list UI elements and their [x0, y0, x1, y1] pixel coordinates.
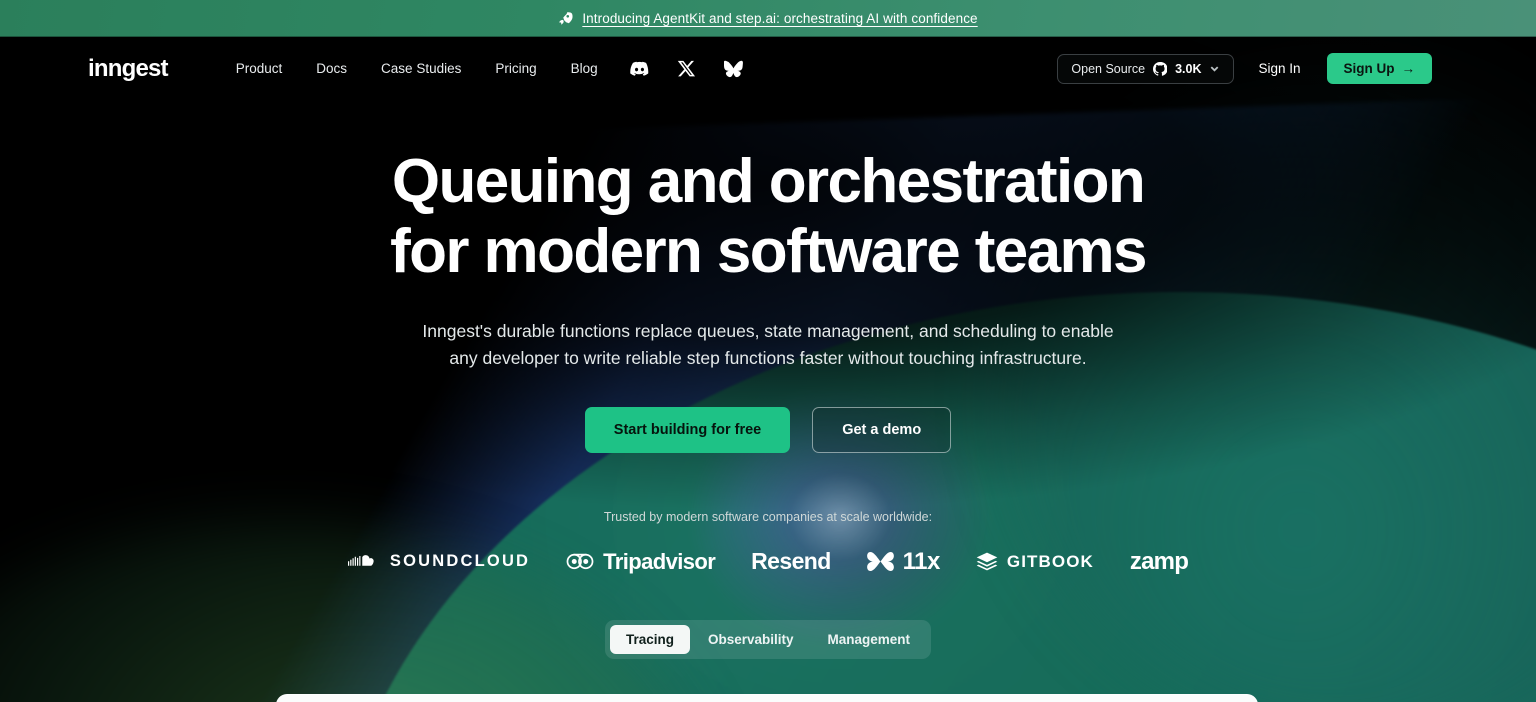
11x-icon — [866, 552, 894, 572]
sign-up-label: Sign Up — [1343, 61, 1395, 76]
sign-up-button[interactable]: Sign Up → — [1326, 53, 1432, 84]
customer-logo-row: SOUNDCLOUD Tripadvisor Resend 11x GITBOO… — [0, 548, 1536, 576]
arrow-right-icon: → — [1401, 61, 1416, 76]
announcement-link[interactable]: Introducing AgentKit and step.ai: orches… — [582, 11, 977, 26]
get-a-demo-button[interactable]: Get a demo — [812, 406, 952, 453]
nav-link-pricing[interactable]: Pricing — [493, 57, 538, 80]
soundcloud-icon — [347, 554, 374, 566]
trusted-by-label: Trusted by modern software companies at … — [603, 509, 933, 524]
nav-link-blog[interactable]: Blog — [569, 57, 600, 80]
nav-link-product[interactable]: Product — [234, 57, 285, 80]
subheading-line-1: Inngest's durable functions replace queu… — [422, 321, 1114, 342]
open-source-count: 3.0K — [1175, 61, 1202, 76]
subheading-line-2: any developer to write reliable step fun… — [449, 348, 1087, 369]
chevron-down-icon — [1211, 66, 1219, 72]
gitbook-label: GITBOOK — [1006, 551, 1094, 571]
nav-link-case-studies[interactable]: Case Studies — [379, 57, 463, 80]
tab-tracing[interactable]: Tracing — [609, 624, 690, 654]
logo-11x: 11x — [866, 547, 941, 576]
tab-observability[interactable]: Observability — [692, 625, 810, 654]
feature-tabs-wrapper: Tracing Observability Management — [0, 619, 1536, 659]
logo-soundcloud: SOUNDCLOUD — [347, 552, 531, 571]
logo-gitbook: GITBOOK — [976, 552, 1094, 572]
main-navbar: inngest Product Docs Case Studies Pricin… — [0, 37, 1536, 100]
tripadvisor-label: Tripadvisor — [603, 548, 716, 574]
logo-zamp: zamp — [1129, 547, 1189, 576]
nav-social-links — [629, 59, 743, 78]
page-root: Introducing AgentKit and step.ai: orches… — [0, 0, 1536, 702]
headline-line-2: for modern software teams — [390, 217, 1147, 287]
rocket-icon — [559, 11, 573, 25]
feature-preview-panel — [276, 694, 1258, 702]
zamp-label: zamp — [1129, 547, 1189, 575]
bluesky-icon[interactable] — [723, 59, 743, 78]
soundcloud-label: SOUNDCLOUD — [389, 552, 531, 571]
inngest-logo[interactable]: inngest — [88, 56, 169, 81]
resend-label: Resend — [751, 548, 831, 575]
tab-management[interactable]: Management — [812, 625, 927, 654]
logo-resend: Resend — [751, 548, 831, 575]
announcement-banner[interactable]: Introducing AgentKit and step.ai: orches… — [0, 0, 1536, 37]
hero-section: Queuing and orchestration for modern sof… — [0, 100, 1536, 659]
tripadvisor-icon — [566, 553, 594, 570]
feature-tabs: Tracing Observability Management — [604, 619, 932, 659]
11x-label: 11x — [902, 547, 941, 575]
open-source-label: Open Source — [1071, 61, 1146, 76]
hero-subheading: Inngest's durable functions replace queu… — [388, 318, 1148, 373]
sign-in-link[interactable]: Sign In — [1248, 55, 1310, 82]
github-icon — [1153, 61, 1168, 76]
gitbook-icon — [976, 552, 998, 571]
announcement-banner-inner: Introducing AgentKit and step.ai: orches… — [558, 11, 978, 26]
hero-cta-row: Start building for free Get a demo — [0, 406, 1536, 453]
nav-links: Product Docs Case Studies Pricing Blog — [234, 57, 600, 80]
trusted-by-section: Trusted by modern software companies at … — [0, 510, 1536, 576]
start-building-button[interactable]: Start building for free — [584, 406, 791, 453]
nav-right-actions: Open Source 3.0K Sign In Sign Up → — [1057, 53, 1432, 84]
x-icon[interactable] — [677, 59, 696, 78]
open-source-stars-button[interactable]: Open Source 3.0K — [1057, 53, 1235, 84]
logo-tripadvisor: Tripadvisor — [566, 548, 716, 575]
page-title: Queuing and orchestration for modern sof… — [0, 147, 1536, 287]
discord-icon[interactable] — [629, 59, 649, 78]
headline-line-1: Queuing and orchestration — [391, 147, 1146, 216]
nav-link-docs[interactable]: Docs — [314, 57, 349, 80]
